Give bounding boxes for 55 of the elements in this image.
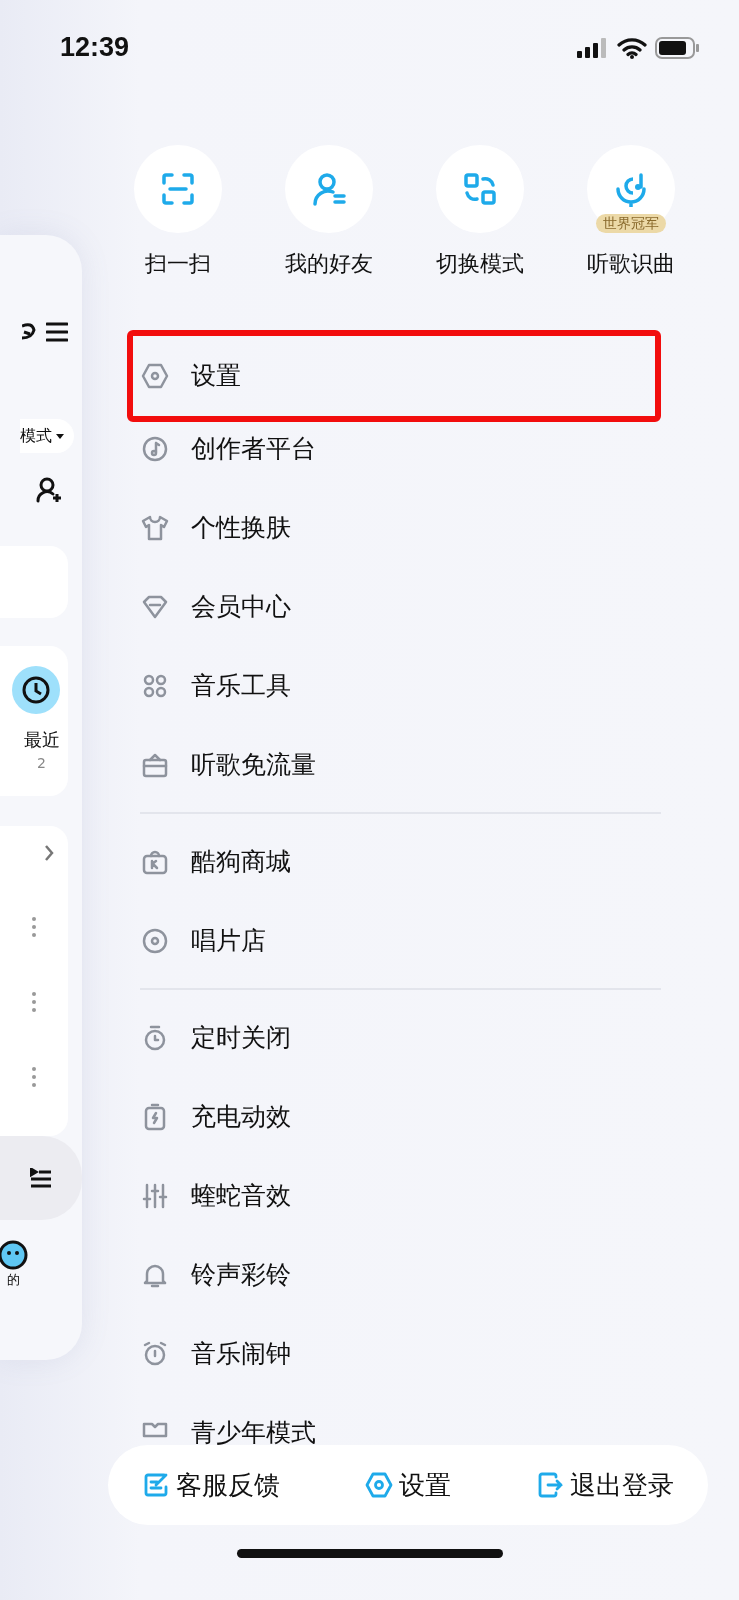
add-user-icon[interactable] (36, 477, 62, 503)
recent-label: 最近 (24, 728, 60, 752)
signal-icon (577, 37, 609, 58)
friends-icon (311, 171, 347, 207)
menu-item[interactable]: 音乐闹钟 (127, 1314, 661, 1393)
menu-item[interactable]: 蝰蛇音效 (127, 1156, 661, 1235)
recent-count: 2 (37, 754, 46, 773)
battery-icon (655, 36, 699, 59)
quick-action-label: 我的好友 (285, 250, 373, 278)
award-badge: 世界冠军 (596, 214, 666, 233)
menu-item[interactable]: 个性换肤 (127, 488, 661, 567)
settings-icon (365, 1471, 393, 1499)
menu-icon[interactable] (46, 322, 68, 342)
menu-item[interactable]: 充电动效 (127, 1077, 661, 1156)
hexagon-icon (141, 362, 169, 390)
wifi-icon (617, 36, 647, 59)
menu-item[interactable]: 听歌免流量 (127, 725, 661, 804)
quick-action-button[interactable]: 世界冠军 (587, 145, 675, 233)
playlist-button[interactable] (0, 1136, 82, 1220)
caret-icon (56, 434, 64, 439)
music-note-icon (141, 434, 169, 463)
alarm-clock-icon (141, 1339, 169, 1368)
clock-icon (12, 666, 60, 714)
clock-time: 12:39 (60, 31, 130, 65)
logout-icon (536, 1471, 564, 1499)
menu-item[interactable]: 唱片店 (127, 901, 661, 980)
mode-dropdown[interactable]: 模式 (20, 419, 74, 453)
quick-action-label: 扫一扫 (145, 250, 211, 278)
quick-action-label: 听歌识曲 (587, 250, 675, 278)
menu-item[interactable]: 酷狗商城 (127, 822, 661, 901)
bottom-bar-button[interactable]: 设置 (365, 1465, 451, 1505)
more-icon[interactable] (32, 1067, 36, 1087)
menu-item[interactable]: 会员中心 (127, 567, 661, 646)
menu-item[interactable]: 青少年模式 (127, 1393, 661, 1445)
bottom-bar-button[interactable]: 退出登录 (536, 1465, 674, 1505)
menu-item[interactable]: 定时关闭 (127, 998, 661, 1077)
list-icon (30, 1168, 52, 1188)
menu-item[interactable]: 音乐工具 (127, 646, 661, 725)
face-icon (0, 1240, 28, 1270)
disc-icon (141, 926, 169, 955)
menu-item[interactable]: 设置 (127, 330, 661, 422)
chevron-right-icon[interactable] (44, 844, 54, 862)
shirt-icon (141, 513, 169, 542)
bottom-bar-button[interactable]: 客服反馈 (142, 1465, 280, 1505)
menu-item[interactable]: 铃声彩铃 (127, 1235, 661, 1314)
scan-icon (160, 171, 196, 207)
microphone-icon (613, 171, 649, 207)
mine-tab[interactable]: 的 (0, 1240, 30, 1290)
more-icon[interactable] (32, 917, 36, 937)
quick-action-label: 切换模式 (436, 250, 524, 278)
more-icon[interactable] (32, 992, 36, 1012)
feedback-icon (142, 1471, 170, 1499)
switch-icon (462, 171, 498, 207)
equalizer-icon (141, 1181, 169, 1210)
recent-card[interactable]: 最近 2 (0, 646, 68, 796)
